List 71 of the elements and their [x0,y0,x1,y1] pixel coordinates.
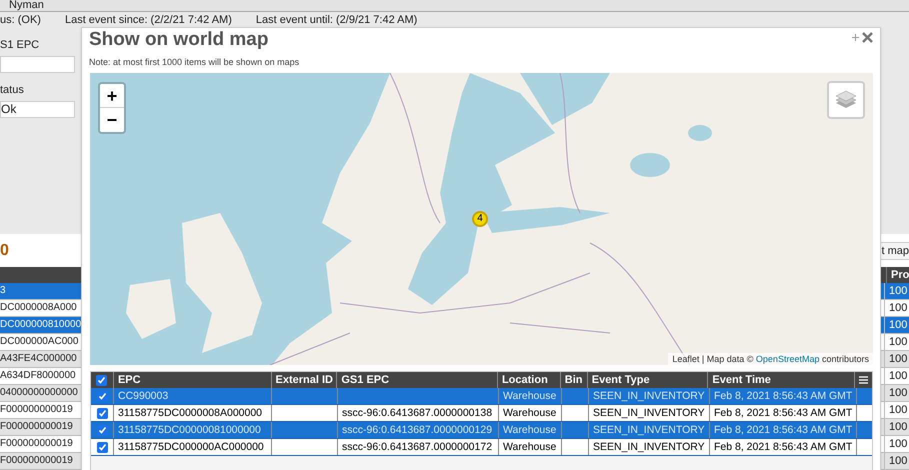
table-cell: 100 [884,402,909,418]
table-cell: Feb 8, 2021 8:56:43 AM GMT [714,424,852,436]
table-cell: F000000000019 [0,404,73,415]
table-row[interactable]: CC990003 Warehouse SEEN_IN_INVENTORY Feb 8, 2021 8:56:43 AM GMT [91,388,872,405]
table-cell: Warehouse [503,441,556,453]
table-cell: 31158775DC0000008A000000 [118,407,262,419]
openstreetmap-link[interactable]: OpenStreetMap [756,354,820,364]
table-cell: CC990003 [118,390,168,402]
table-row[interactable]: 31158775DC0000008A000000 sscc-96:0.6413687.0000000138 Warehouse SEEN_IN_INVENTORY Feb 8, 2021 8:56:43 AM GMT [91,405,872,422]
table-cell: 100 [884,368,909,384]
table-cell: 100 [884,317,909,333]
table-cell: A43FE4C000000 [0,353,77,364]
map-button[interactable]: t map [881,242,909,260]
checkbox[interactable] [96,374,108,386]
field-label: tatus [0,83,24,98]
note-text: Note: at most first 1000 items will be shown on maps [88,56,300,68]
user-name: Nyman [9,0,44,11]
input-field[interactable] [0,56,75,73]
table-cell: 31158775DC00000081000000 [118,424,261,436]
table-cell: F000000000019 [0,455,73,466]
checkbox[interactable] [96,424,108,436]
dialog-title: Show on world map [89,29,268,51]
table-cell: 100 [884,436,909,452]
map-attribution: Leaflet | Map data © OpenStreetMap contributors [668,353,873,365]
table-cell: Warehouse [503,390,556,402]
table-cell: 3 [0,285,6,296]
status-text: Last event since: (2/2/21 7:42 AM) [64,14,232,26]
table-row[interactable]: 31158775DC00000081000000 sscc-96:0.6413687.0000000129 Warehouse SEEN_IN_INVENTORY Feb 8, 2021 8:56:43 AM GMT [91,422,872,439]
result-count: 0 [0,240,9,260]
zoom-out-button[interactable]: − [100,108,124,132]
table-cell: DC000000AC000 [0,336,78,347]
table-cell: SEEN_IN_INVENTORY [593,390,705,402]
table-cell: DC0000008A000 [0,302,77,313]
table-cell: 04000000000000 [0,387,78,398]
table-cell: 100 [884,385,909,401]
table-cell: F000000000019 [0,421,73,432]
table-cell: 100 [884,283,909,299]
status-text: us: (OK) [0,14,41,26]
table-cell: SEEN_IN_INVENTORY [593,424,705,436]
table-cell: SEEN_IN_INVENTORY [593,407,705,419]
close-icon[interactable] [862,32,873,43]
zoom-in-button[interactable]: + [100,84,124,108]
table-cell: 100 [884,453,909,469]
table-cell: sscc-96:0.6413687.0000000138 [342,407,492,419]
table-cell: 100 [884,351,909,367]
layers-icon [835,90,857,110]
checkbox[interactable] [96,390,108,402]
checkbox[interactable] [96,408,108,418]
table-cell: 100 [884,334,909,350]
table-cell: Warehouse [503,424,556,436]
table-cell: Feb 8, 2021 8:56:43 AM GMT [714,407,852,419]
layers-button[interactable] [827,81,865,119]
table-cell: Feb 8, 2021 8:56:43 AM GMT [714,441,852,453]
table-cell: sscc-96:0.6413687.0000000172 [342,441,492,453]
table-cell: DC000000810000 [0,319,82,330]
table-cell: 100 [884,300,909,316]
field-label: S1 EPC [0,38,40,53]
plus-icon[interactable] [852,34,859,41]
table-row[interactable]: 31158775DC000000AC000000 sscc-96:0.6413687.0000000172 Warehouse SEEN_IN_INVENTORY Feb 8, 2021 8:56:43 AM GMT [91,439,872,456]
table-cell: 31158775DC000000AC000000 [118,441,264,453]
input-field[interactable]: Ok [0,101,75,118]
checkbox[interactable] [96,442,108,452]
table-cell: Warehouse [503,407,556,419]
table-cell: Feb 8, 2021 8:56:43 AM GMT [714,390,852,402]
table-cell: sscc-96:0.6413687.0000000129 [342,424,492,436]
status-text: Last event until: (2/9/21 7:42 AM) [256,14,418,26]
table-cell: SEEN_IN_INVENTORY [593,441,705,453]
table-cell: A634DF8000000 [0,370,76,381]
table-cell: 100 [884,419,909,435]
menu-icon[interactable] [859,376,868,384]
table-cell: F000000000019 [0,438,73,449]
